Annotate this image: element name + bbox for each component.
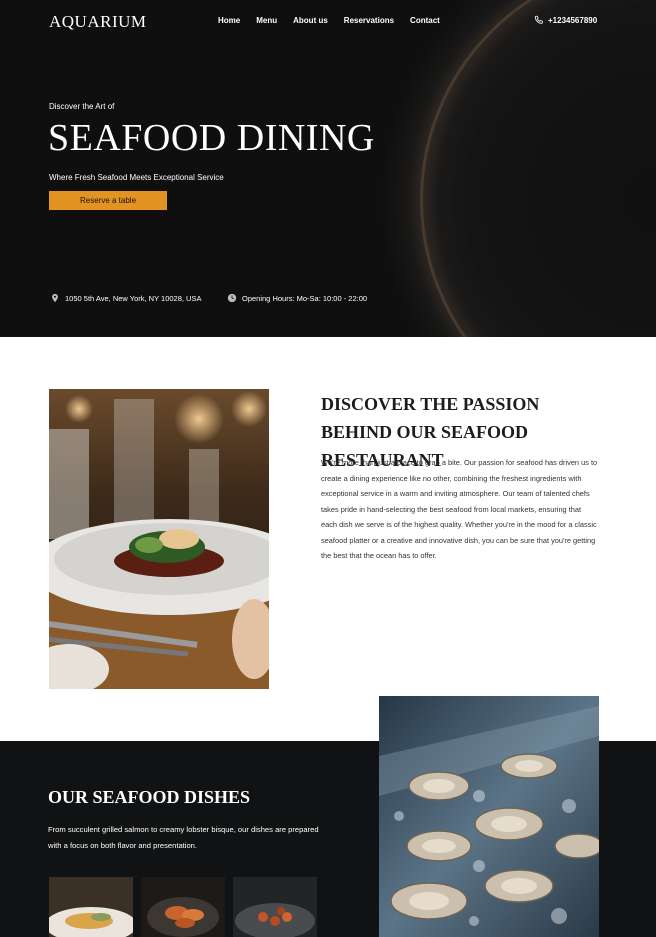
- about-description: We're more than just a place to grab a b…: [321, 458, 598, 560]
- nav-about-us[interactable]: About us: [293, 16, 328, 25]
- phone-number: +1234567890: [548, 15, 598, 25]
- restaurant-dish-illustration: [49, 389, 269, 689]
- nav-menu[interactable]: Menu: [256, 16, 277, 25]
- address-text: 1050 5th Ave, New York, NY 10028, USA: [65, 293, 202, 303]
- nav-home[interactable]: Home: [218, 16, 240, 25]
- nav-reservations[interactable]: Reservations: [344, 16, 394, 25]
- hero-pretitle: Discover the Art of: [49, 102, 115, 111]
- restaurant-dish-photo: [49, 389, 269, 689]
- dish-thumbnail-1[interactable]: [49, 877, 133, 937]
- phone-icon: [534, 15, 543, 24]
- dish-thumbnail-3[interactable]: [233, 877, 317, 937]
- nav-contact[interactable]: Contact: [410, 16, 440, 25]
- address-info: 1050 5th Ave, New York, NY 10028, USA: [50, 293, 201, 303]
- oysters-illustration: [379, 696, 599, 937]
- hero-title: SEAFOOD DINING: [48, 117, 375, 159]
- logo[interactable]: AQUARIUM: [49, 12, 147, 32]
- location-pin-icon: [52, 293, 58, 303]
- hero-section: AQUARIUM Home Menu About us Reservations…: [0, 0, 656, 337]
- dishes-title: OUR SEAFOOD DISHES: [48, 787, 251, 807]
- dish-thumbnail-2[interactable]: [141, 877, 225, 937]
- hero-subtitle: Where Fresh Seafood Meets Exceptional Se…: [49, 173, 224, 182]
- oysters-on-ice-photo: [379, 696, 599, 937]
- hours-text: Opening Hours: Mo-Sa: 10:00 - 22:00: [242, 293, 368, 303]
- main-nav: Home Menu About us Reservations Contact: [218, 16, 456, 25]
- phone-link[interactable]: +1234567890: [534, 15, 597, 25]
- reserve-table-button[interactable]: Reserve a table: [49, 191, 167, 210]
- hours-info: Opening Hours: Mo-Sa: 10:00 - 22:00: [227, 293, 367, 303]
- clock-icon: [227, 293, 237, 303]
- dishes-description: From succulent grilled salmon to creamy …: [48, 825, 319, 850]
